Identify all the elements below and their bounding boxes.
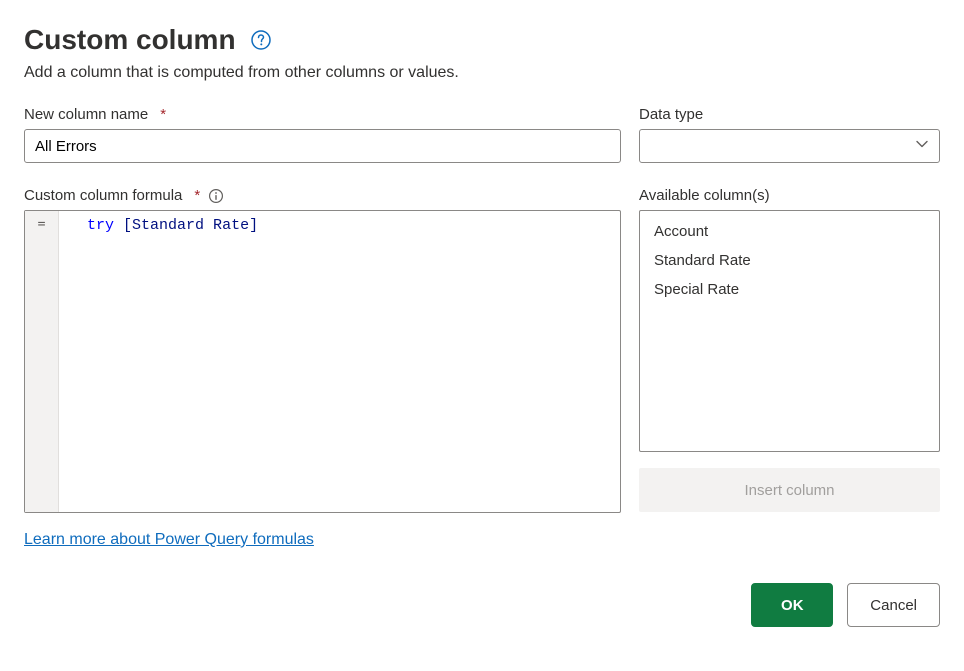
dialog-title: Custom column (24, 24, 236, 56)
list-item[interactable]: Account (640, 217, 939, 246)
cancel-button[interactable]: Cancel (847, 583, 940, 627)
available-columns-label: Available column(s) (639, 187, 770, 204)
column-name-label: New column name (24, 106, 148, 123)
formula-column-ref: [Standard Rate] (123, 217, 258, 234)
formula-editor[interactable]: try [Standard Rate] (59, 211, 620, 512)
dialog-subtitle: Add a column that is computed from other… (24, 64, 940, 82)
required-asterisk: * (160, 106, 166, 123)
data-type-label: Data type (639, 106, 703, 123)
formula-keyword: try (87, 217, 114, 234)
column-name-input[interactable] (24, 129, 621, 163)
insert-column-button: Insert column (639, 468, 940, 512)
equals-prefix: = (38, 217, 46, 232)
data-type-select[interactable] (639, 129, 940, 163)
required-asterisk: * (194, 187, 200, 204)
formula-gutter: = (25, 211, 59, 512)
chevron-down-icon (915, 137, 929, 156)
available-columns-list: Account Standard Rate Special Rate (639, 210, 940, 452)
info-icon[interactable] (208, 188, 224, 204)
learn-more-link[interactable]: Learn more about Power Query formulas (24, 531, 314, 549)
formula-editor-container: = try [Standard Rate] (24, 210, 621, 513)
help-icon[interactable] (250, 29, 272, 51)
formula-label: Custom column formula (24, 187, 182, 204)
list-item[interactable]: Standard Rate (640, 246, 939, 275)
list-item[interactable]: Special Rate (640, 275, 939, 304)
ok-button[interactable]: OK (751, 583, 833, 627)
